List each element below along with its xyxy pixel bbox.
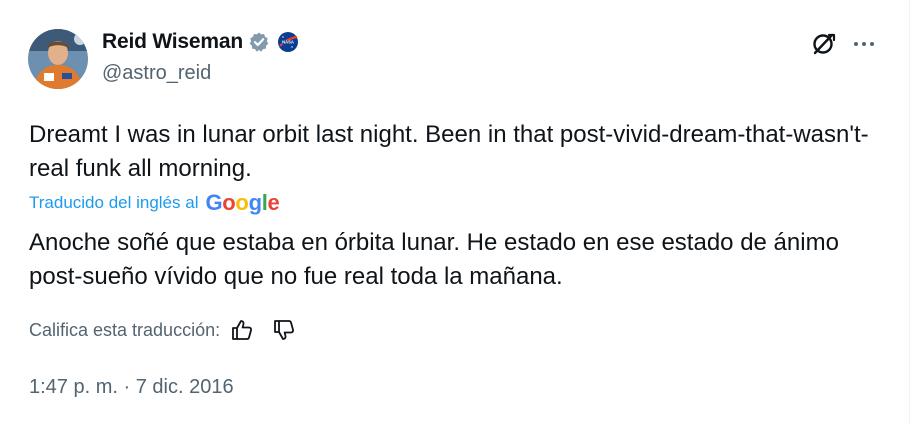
author-name[interactable]: Reid Wiseman xyxy=(102,30,243,54)
svg-text:NASA: NASA xyxy=(282,40,294,45)
more-options-icon[interactable] xyxy=(850,30,878,58)
tweet-text: Dreamt I was in lunar orbit last night. … xyxy=(29,121,869,182)
tweet-card: Reid Wiseman NASA @astro_reid Dreamt I w… xyxy=(0,0,910,424)
avatar[interactable] xyxy=(28,29,88,89)
translated-text: Anoche soñé que estaba en órbita lunar. … xyxy=(29,229,839,290)
thumbs-down-icon[interactable] xyxy=(272,318,296,342)
rate-translation-label: Califica esta traducción: xyxy=(29,319,221,340)
nasa-logo-icon[interactable]: NASA xyxy=(277,31,299,53)
translation-label[interactable]: Traducido del inglés al xyxy=(29,193,198,213)
grok-icon[interactable] xyxy=(810,30,838,58)
google-logo-icon[interactable]: Google xyxy=(205,190,279,216)
author-name-row[interactable]: Reid Wiseman NASA xyxy=(102,30,299,54)
author-handle[interactable]: @astro_reid xyxy=(102,62,211,85)
rate-translation-row: Califica esta traducción: xyxy=(29,318,296,342)
verified-badge-icon[interactable] xyxy=(248,31,270,53)
translation-attribution[interactable]: Traducido del inglés al Google xyxy=(29,190,280,216)
tweet-timestamp[interactable]: 1:47 p. m. · 7 dic. 2016 xyxy=(29,376,234,399)
thumbs-up-icon[interactable] xyxy=(230,318,254,342)
